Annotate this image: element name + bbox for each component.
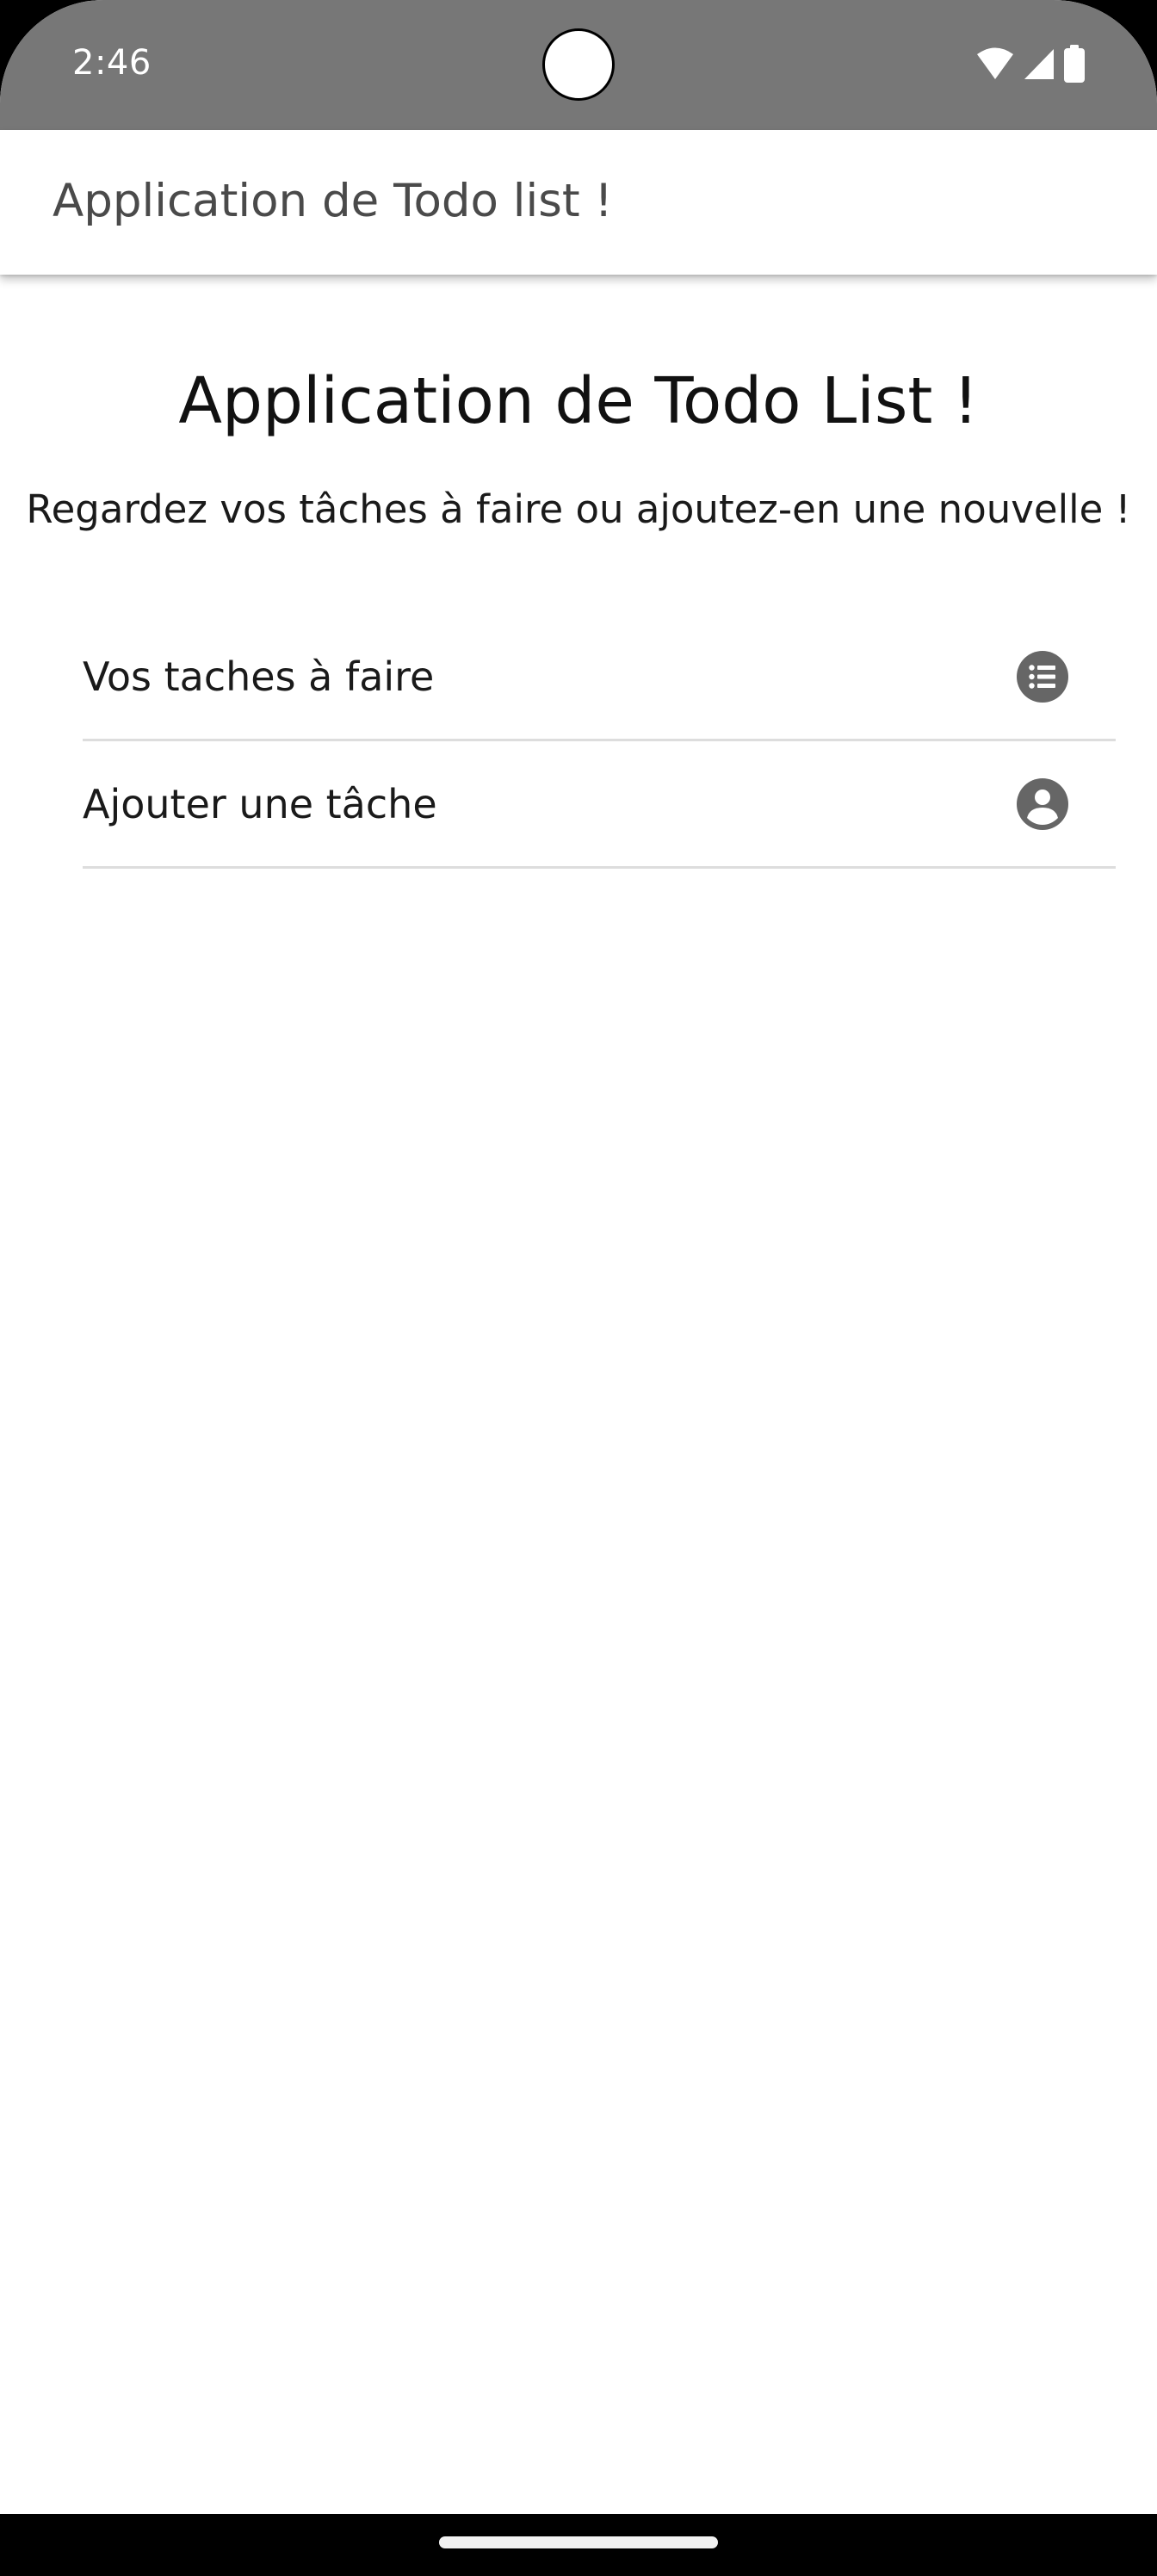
status-icons bbox=[976, 45, 1085, 83]
app-bar-title: Application de Todo list ! bbox=[53, 175, 613, 227]
status-bar: 2:46 bbox=[0, 0, 1157, 130]
list-icon bbox=[1017, 650, 1068, 703]
menu-list: Vos taches à faire Ajouter une tâche bbox=[83, 614, 1116, 869]
wifi-icon bbox=[976, 46, 1014, 81]
menu-item-label: Vos taches à faire bbox=[83, 653, 435, 700]
home-indicator[interactable] bbox=[439, 2536, 718, 2548]
page-subtitle: Regardez vos tâches à faire ou ajoutez-e… bbox=[26, 486, 1131, 532]
menu-item-add-task[interactable]: Ajouter une tâche bbox=[83, 741, 1116, 869]
page-title: Application de Todo List ! bbox=[178, 364, 979, 438]
menu-item-view-tasks[interactable]: Vos taches à faire bbox=[83, 614, 1116, 741]
status-time: 2:46 bbox=[72, 43, 152, 83]
app-bar: Application de Todo list ! bbox=[0, 130, 1157, 275]
phone-screen: 2:46 Application de Todo list ! Applicat… bbox=[0, 0, 1157, 2576]
battery-icon bbox=[1064, 45, 1085, 83]
cellular-signal-icon bbox=[1023, 46, 1055, 81]
menu-item-label: Ajouter une tâche bbox=[83, 780, 437, 827]
camera-cutout bbox=[542, 28, 615, 101]
account-circle-icon bbox=[1017, 777, 1068, 830]
navigation-bar bbox=[0, 2514, 1157, 2576]
